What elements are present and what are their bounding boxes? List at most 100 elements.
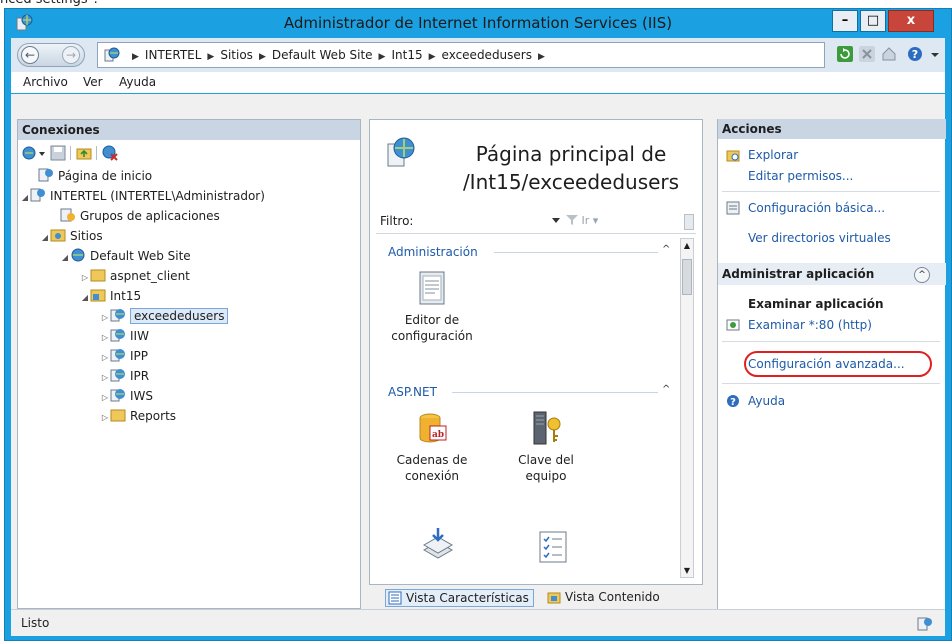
maximize-button[interactable]: □ [860, 10, 886, 32]
features-pane: Página principal de /Int15/exceededusers… [369, 119, 703, 585]
tree-expander[interactable]: ◢ [20, 188, 30, 208]
feature-checklist-icon[interactable] [536, 530, 570, 564]
breadcrumb-int15[interactable]: Int15 [391, 48, 422, 62]
breadcrumb-separator[interactable]: ▶ [538, 52, 545, 62]
refresh-icon[interactable] [837, 46, 853, 62]
funnel-icon [566, 215, 578, 225]
content-view-icon [547, 592, 561, 604]
features-scrollbar[interactable]: ▲ ▼ [680, 238, 694, 578]
page-title-line2: /Int15/exceededusers [462, 170, 680, 194]
feature-clave-del-equipo[interactable]: Clave del equipo [496, 410, 596, 484]
scrollbar-thumb[interactable] [682, 259, 692, 295]
address-bar[interactable]: ▶ INTERTEL ▶ Sitios ▶ Default Web Site ▶ Int15 ▶… [97, 42, 825, 68]
actions-divider [722, 341, 940, 342]
tree-item-grupos-de-aplicaciones[interactable]: Grupos de aplicaciones [50, 206, 220, 226]
toolbar-divider [96, 146, 97, 160]
menu-ayuda[interactable]: Ayuda [119, 72, 156, 93]
breadcrumb-exceededusers[interactable]: exceededusers [442, 48, 532, 62]
collapse-section-button[interactable]: ^ [662, 384, 670, 395]
features-view-icon [388, 591, 402, 605]
actions-divider [722, 191, 940, 192]
back-button[interactable]: ← [21, 46, 39, 64]
menu-ver[interactable]: Ver [83, 72, 103, 93]
feature-label-line2: configuración [391, 329, 473, 343]
disconnect-icon[interactable] [102, 145, 118, 161]
tree-item-label: Reports [130, 409, 177, 423]
menu-archivo[interactable]: Archivo [23, 72, 68, 93]
filter-options-button[interactable] [684, 214, 694, 230]
stop-icon[interactable] [859, 46, 875, 62]
tree-expander[interactable]: ▷ [80, 268, 90, 288]
tree-expander[interactable]: ▷ [100, 308, 110, 328]
tree-expander[interactable]: ▷ [100, 368, 110, 388]
collapse-section-button[interactable]: ^ [662, 244, 670, 255]
filter-input[interactable] [426, 212, 546, 230]
web-app-icon [104, 47, 120, 62]
breadcrumb-default-web-site[interactable]: Default Web Site [272, 48, 373, 62]
tree-item-iiw[interactable]: ▷ IIW [100, 326, 149, 346]
main-area: Conexiones Página de inicio ◢ INTERTEL (I… [11, 94, 946, 609]
up-folder-icon[interactable] [76, 145, 92, 161]
feature-editor-de-configuracion[interactable]: Editor de configuración [386, 270, 482, 344]
action-ver-directorios-virtuales[interactable]: Ver directorios virtuales [748, 229, 891, 247]
tree-expander[interactable]: ◢ [80, 288, 90, 308]
machine-key-icon [533, 411, 561, 445]
tree-expander[interactable]: ▷ [100, 388, 110, 408]
tree-item-label: Página de inicio [58, 169, 153, 183]
close-button[interactable]: x [888, 10, 934, 32]
tree-item-aspnet-client[interactable]: ▷ aspnet_client [80, 266, 190, 286]
tree-item-iws[interactable]: ▷ IWS [100, 386, 153, 406]
tab-vista-contenido[interactable]: Vista Contenido [545, 589, 664, 607]
tree-item-reports[interactable]: ▷ Reports [100, 406, 176, 426]
home-icon[interactable] [881, 46, 897, 62]
chevron-down-icon[interactable] [38, 150, 46, 158]
save-icon[interactable] [50, 145, 66, 161]
breadcrumb-separator: ▶ [258, 52, 266, 62]
tree-item-default-web-site[interactable]: ◢ Default Web Site [60, 246, 191, 266]
tree-expander[interactable]: ◢ [60, 248, 70, 268]
connections-toolbar [20, 142, 220, 164]
breadcrumb-intertel[interactable]: INTERTEL [145, 48, 202, 62]
feature-label-line2: conexión [404, 469, 460, 483]
action-explorar[interactable]: Explorar [748, 146, 798, 164]
minimize-button[interactable]: – [832, 10, 858, 32]
tree-item-intertel[interactable]: ◢ INTERTEL (INTERTEL\Administrador) [20, 186, 265, 206]
scroll-up-button[interactable]: ▲ [681, 241, 693, 250]
sites-folder-icon [50, 229, 66, 242]
tree-item-ipp[interactable]: ▷ IPP [100, 346, 148, 366]
tree-item-exceededusers[interactable]: ▷ exceededusers [100, 306, 229, 328]
status-text: Listo [21, 616, 50, 630]
action-examinar-80[interactable]: Examinar *:80 (http) [748, 316, 872, 334]
tree-item-sitios[interactable]: ◢ Sitios [40, 226, 103, 246]
feature-label-line1: Clave del equipo [518, 453, 574, 483]
feature-cadenas-de-conexion[interactable]: ab Cadenas de conexión [386, 410, 482, 484]
forward-button[interactable]: → [62, 46, 80, 64]
action-editar-permisos[interactable]: Editar permisos... [748, 167, 853, 185]
collapse-section-button[interactable]: ^ [914, 267, 930, 283]
connect-icon[interactable] [22, 145, 38, 161]
tree-item-int15[interactable]: ◢ Int15 [80, 286, 141, 306]
manage-application-section: Administrar aplicación ^ [718, 263, 946, 285]
filter-bar: Filtro: Ir ▾ [376, 210, 696, 234]
filter-go-label: Ir [581, 214, 590, 227]
tree-expander[interactable]: ▷ [100, 328, 110, 348]
tree-item-pagina-de-inicio[interactable]: Página de inicio [28, 166, 152, 186]
help-icon[interactable]: ? [907, 46, 923, 62]
menu-bar: Archivo Ver Ayuda [11, 72, 945, 93]
chevron-down-icon[interactable] [927, 46, 943, 62]
feature-install-icon[interactable] [420, 528, 456, 564]
scroll-down-button[interactable]: ▼ [681, 566, 693, 575]
tree-item-ipr[interactable]: ▷ IPR [100, 366, 149, 386]
chevron-down-icon[interactable] [552, 218, 560, 224]
tree-expander[interactable]: ◢ [40, 228, 50, 248]
action-configuracion-basica[interactable]: Configuración básica... [748, 199, 885, 217]
tree-expander[interactable]: ▷ [100, 348, 110, 368]
action-ayuda[interactable]: Ayuda [748, 392, 785, 410]
breadcrumb: ▶ INTERTEL ▶ Sitios ▶ Default Web Site ▶ Int15 ▶… [126, 43, 551, 67]
tab-vista-caracteristicas[interactable]: Vista Características [385, 589, 534, 607]
filter-go-button[interactable]: Ir ▾ [566, 214, 598, 227]
help-icon: ? [727, 395, 739, 408]
tree-item-label: Int15 [110, 289, 142, 303]
tree-expander[interactable]: ▷ [100, 408, 110, 428]
breadcrumb-sitios[interactable]: Sitios [220, 48, 253, 62]
